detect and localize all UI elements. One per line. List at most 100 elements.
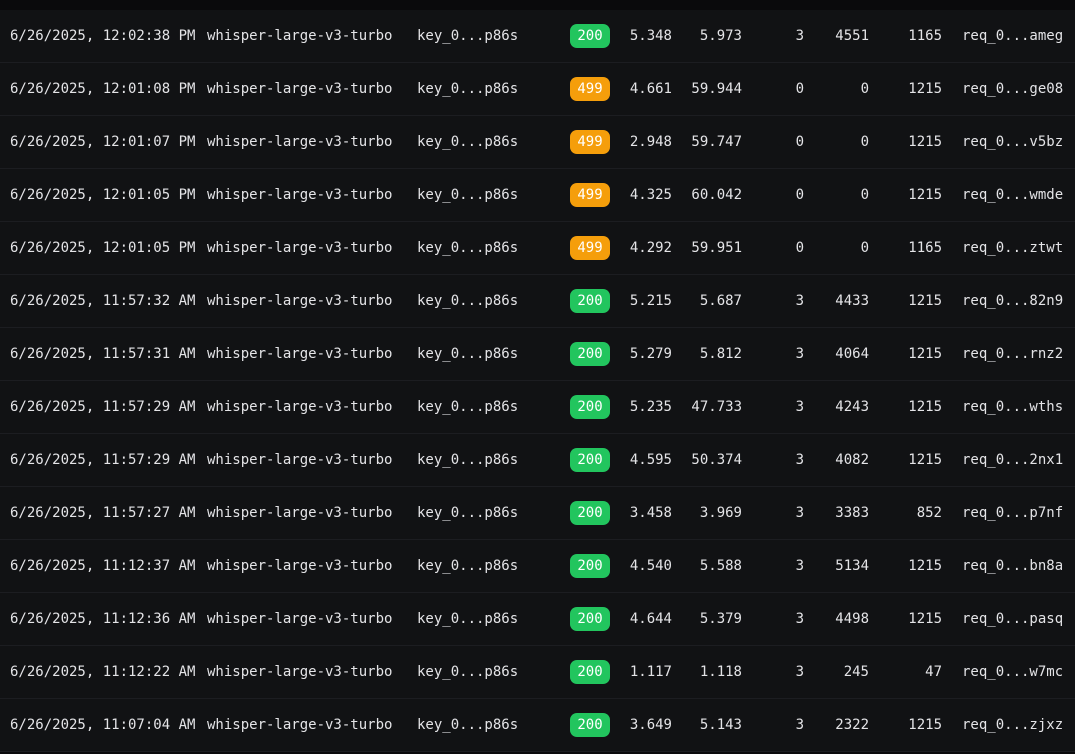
status-cell: 200 (570, 712, 610, 738)
metric-5: 1215 (908, 399, 942, 415)
request-time: 6/26/2025, 11:57:29 AM (10, 452, 196, 468)
metric-3: 3 (795, 399, 804, 415)
status-badge: 200 (570, 501, 610, 525)
metric-2: 59.944 (691, 81, 742, 97)
request-id: req_0...82n9 (962, 293, 1064, 309)
api-key: key_0...p86s (417, 399, 519, 415)
status-badge: 499 (570, 236, 610, 260)
api-key: key_0...p86s (417, 558, 519, 574)
metric-5: 1165 (908, 240, 942, 256)
metric-3: 3 (795, 664, 804, 680)
status-cell: 200 (570, 23, 610, 49)
model-name: whisper-large-v3-turbo (207, 81, 393, 97)
table-row[interactable]: 6/26/2025, 11:57:27 AM whisper-large-v3-t… (0, 487, 1075, 540)
metric-4: 4243 (835, 399, 869, 415)
status-cell: 200 (570, 659, 610, 685)
metric-4: 5134 (835, 558, 869, 574)
metric-2: 50.374 (691, 452, 742, 468)
metric-3: 0 (795, 81, 804, 97)
metric-4: 4064 (835, 346, 869, 362)
status-cell: 200 (570, 500, 610, 526)
metric-1: 4.661 (629, 81, 672, 97)
table-row[interactable]: 6/26/2025, 11:57:31 AM whisper-large-v3-t… (0, 328, 1075, 381)
api-key: key_0...p86s (417, 28, 519, 44)
request-time: 6/26/2025, 11:07:04 AM (10, 717, 196, 733)
model-name: whisper-large-v3-turbo (207, 452, 393, 468)
metric-2: 5.973 (699, 28, 742, 44)
metric-3: 3 (795, 505, 804, 521)
status-badge: 200 (570, 395, 610, 419)
api-key: key_0...p86s (417, 346, 519, 362)
request-id: req_0...ge08 (962, 81, 1064, 97)
status-badge: 200 (570, 448, 610, 472)
status-cell: 200 (570, 447, 610, 473)
metric-1: 5.348 (629, 28, 672, 44)
metric-4: 2322 (835, 717, 869, 733)
table-row[interactable]: 6/26/2025, 11:12:37 AM whisper-large-v3-t… (0, 540, 1075, 593)
table-row[interactable]: 6/26/2025, 11:12:36 AM whisper-large-v3-t… (0, 593, 1075, 646)
metric-2: 5.379 (699, 611, 742, 627)
metric-1: 1.117 (629, 664, 672, 680)
request-id: req_0...zjxz (962, 717, 1064, 733)
api-key: key_0...p86s (417, 664, 519, 680)
metric-4: 4498 (835, 611, 869, 627)
metric-3: 3 (795, 346, 804, 362)
metric-5: 47 (925, 664, 942, 680)
table-row[interactable]: 6/26/2025, 11:07:04 AM whisper-large-v3-t… (0, 699, 1075, 752)
metric-3: 3 (795, 452, 804, 468)
metric-3: 3 (795, 28, 804, 44)
metric-4: 0 (860, 187, 869, 203)
model-name: whisper-large-v3-turbo (207, 717, 393, 733)
request-id: req_0...rnz2 (962, 346, 1064, 362)
model-name: whisper-large-v3-turbo (207, 187, 393, 203)
status-cell: 200 (570, 394, 610, 420)
metric-1: 4.325 (629, 187, 672, 203)
model-name: whisper-large-v3-turbo (207, 28, 393, 44)
request-id: req_0...w7mc (962, 664, 1064, 680)
request-time: 6/26/2025, 11:57:32 AM (10, 293, 196, 309)
table-row[interactable]: 6/26/2025, 12:01:08 PM whisper-large-v3-t… (0, 63, 1075, 116)
api-key: key_0...p86s (417, 293, 519, 309)
status-cell: 200 (570, 288, 610, 314)
request-time: 6/26/2025, 11:57:27 AM (10, 505, 196, 521)
model-name: whisper-large-v3-turbo (207, 558, 393, 574)
request-id: req_0...ameg (962, 28, 1064, 44)
status-badge: 200 (570, 342, 610, 366)
request-id: req_0...ztwt (962, 240, 1064, 256)
model-name: whisper-large-v3-turbo (207, 293, 393, 309)
metric-5: 1215 (908, 717, 942, 733)
table-row[interactable]: 6/26/2025, 12:01:07 PM whisper-large-v3-t… (0, 116, 1075, 169)
metric-3: 0 (795, 134, 804, 150)
table-row[interactable]: 6/26/2025, 12:01:05 PM whisper-large-v3-t… (0, 169, 1075, 222)
request-time: 6/26/2025, 11:57:29 AM (10, 399, 196, 415)
model-name: whisper-large-v3-turbo (207, 399, 393, 415)
table-row[interactable]: 6/26/2025, 11:57:32 AM whisper-large-v3-t… (0, 275, 1075, 328)
model-name: whisper-large-v3-turbo (207, 664, 393, 680)
request-time: 6/26/2025, 12:01:05 PM (10, 240, 196, 256)
table-row[interactable]: 6/26/2025, 11:57:29 AM whisper-large-v3-t… (0, 434, 1075, 487)
metric-2: 5.588 (699, 558, 742, 574)
request-time: 6/26/2025, 11:12:37 AM (10, 558, 196, 574)
metric-4: 0 (860, 81, 869, 97)
metric-1: 3.458 (629, 505, 672, 521)
metric-1: 4.540 (629, 558, 672, 574)
api-key: key_0...p86s (417, 81, 519, 97)
metric-2: 47.733 (691, 399, 742, 415)
metric-5: 1165 (908, 28, 942, 44)
metric-3: 3 (795, 611, 804, 627)
status-cell: 200 (570, 341, 610, 367)
table-row[interactable]: 6/26/2025, 12:02:38 PM whisper-large-v3-t… (0, 10, 1075, 63)
table-row[interactable]: 6/26/2025, 11:57:29 AM whisper-large-v3-t… (0, 381, 1075, 434)
api-key: key_0...p86s (417, 240, 519, 256)
api-key: key_0...p86s (417, 611, 519, 627)
request-id: req_0...wths (962, 399, 1064, 415)
status-badge: 499 (570, 183, 610, 207)
table-row[interactable]: 6/26/2025, 11:12:22 AM whisper-large-v3-t… (0, 646, 1075, 699)
metric-3: 3 (795, 717, 804, 733)
request-id: req_0...bn8a (962, 558, 1064, 574)
table-row[interactable]: 6/26/2025, 12:01:05 PM whisper-large-v3-t… (0, 222, 1075, 275)
status-cell: 200 (570, 553, 610, 579)
api-key: key_0...p86s (417, 187, 519, 203)
metric-2: 5.687 (699, 293, 742, 309)
status-badge: 499 (570, 77, 610, 101)
